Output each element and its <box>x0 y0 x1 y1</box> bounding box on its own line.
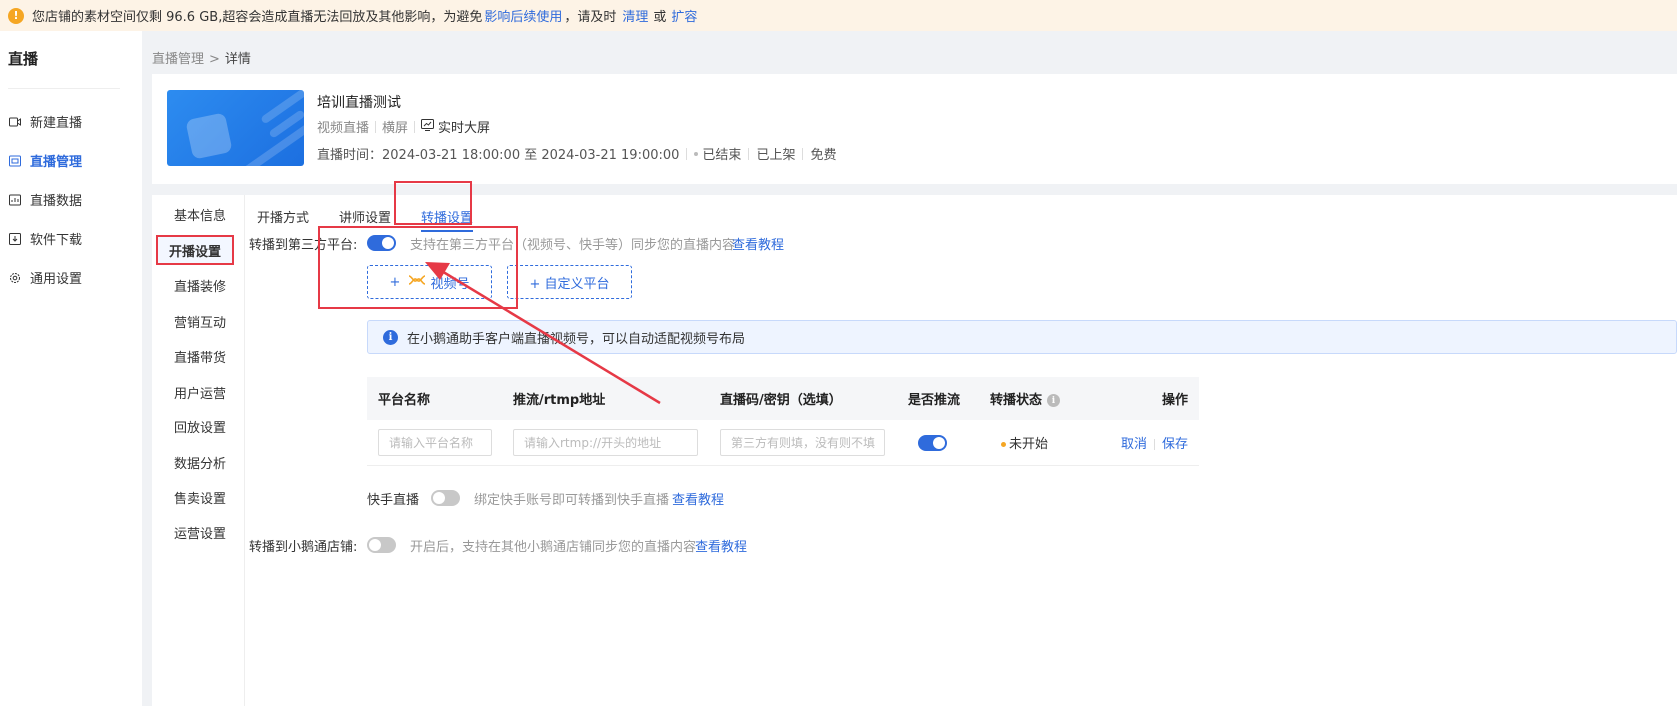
store-relay-label: 转播到小鹅通店铺: <box>249 540 358 555</box>
add-custom-platform-button[interactable]: + 自定义平台 <box>507 265 632 299</box>
th-status-label: 转播状态 <box>990 393 1043 408</box>
sidebar-title: 直播 <box>8 50 39 68</box>
settings-subnav: 基本信息 开播设置 直播装修 营销互动 直播带货 用户运营 回放设置 数据分析 … <box>152 195 245 706</box>
sidebar-item-label: 新建直播 <box>30 116 83 131</box>
sidebar-item-label: 直播管理 <box>30 155 83 170</box>
live-time-range: 2024-03-21 18:00:00 至 2024-03-21 19:00:0… <box>382 148 680 163</box>
warning-icon: ! <box>8 7 24 24</box>
bigscreen-link[interactable]: 实时大屏 <box>421 117 490 136</box>
relay-table: 平台名称 推流/rtmp地址 直播码/密钥（选填） 是否推流 转播状态 i 操作 … <box>367 377 1199 466</box>
relay-status: 未开始 <box>1001 433 1048 452</box>
rtmp-address-input[interactable] <box>513 429 698 456</box>
kuaishou-toggle[interactable] <box>431 490 460 506</box>
bigscreen-icon <box>421 119 435 134</box>
notice-or: 或 <box>653 10 667 25</box>
th-platform: 平台名称 <box>378 393 431 408</box>
tab-lecturer[interactable]: 讲师设置 <box>339 195 391 228</box>
breadcrumb: 直播管理 > 详情 <box>152 48 251 67</box>
annotation-box-relay-tab <box>394 181 472 225</box>
store-relay-toggle[interactable] <box>367 537 396 553</box>
live-meta: 直播时间： 2024-03-21 18:00:00 至 2024-03-21 1… <box>317 144 836 163</box>
subnav-replay[interactable]: 回放设置 <box>174 417 226 436</box>
store-tutorial-link[interactable]: 查看教程 <box>695 536 747 555</box>
sidebar-item-download[interactable]: 软件下载 <box>0 219 142 258</box>
relay-status-text: 未开始 <box>1009 437 1049 452</box>
annotation-box-toggle-area <box>318 226 518 309</box>
sidebar-item-live-manage[interactable]: 直播管理 <box>0 141 142 180</box>
live-data-icon <box>9 194 21 206</box>
kuaishou-tutorial-link[interactable]: 查看教程 <box>672 489 724 508</box>
sidebar-item-label: 直播数据 <box>30 194 83 209</box>
new-live-icon <box>9 116 21 128</box>
table-header: 平台名称 推流/rtmp地址 直播码/密钥（选填） 是否推流 转播状态 i 操作 <box>367 377 1199 420</box>
platform-name-input[interactable] <box>378 429 492 456</box>
table-row: 未开始 取消保存 <box>367 420 1199 466</box>
subnav-operations[interactable]: 运营设置 <box>174 523 226 542</box>
storage-notice-bar: ! 您店铺的素材空间仅剩 96.6 GB,超容会造成直播无法回放及其他影响，为避… <box>0 0 1677 31</box>
sidebar-item-settings[interactable]: 通用设置 <box>0 258 142 297</box>
sidebar-item-label: 软件下载 <box>30 233 83 248</box>
sidebar-item-live-data[interactable]: 直播数据 <box>0 180 142 219</box>
live-manage-icon <box>9 155 21 167</box>
subnav-analytics[interactable]: 数据分析 <box>174 453 226 472</box>
sidebar-divider <box>8 88 120 89</box>
live-status: 已结束 <box>702 148 742 163</box>
breadcrumb-parent[interactable]: 直播管理 <box>152 52 204 67</box>
breadcrumb-current: 详情 <box>224 52 251 67</box>
live-tags: 视频直播 横屏 实时大屏 <box>317 117 490 136</box>
store-relay-hint: 开启后，支持在其他小鹅通店铺同步您的直播内容 <box>410 540 697 555</box>
subnav-start-settings[interactable]: 开播设置 <box>156 235 234 265</box>
gear-icon <box>9 272 21 284</box>
live-title: 培训直播测试 <box>317 95 401 111</box>
sidebar-item-label: 通用设置 <box>30 272 83 287</box>
subnav-decoration[interactable]: 直播装修 <box>174 276 226 295</box>
download-icon <box>9 232 21 245</box>
live-price: 免费 <box>810 148 837 163</box>
cancel-button[interactable]: 取消 <box>1121 437 1147 452</box>
th-key: 直播码/密钥（选填） <box>720 393 842 408</box>
left-sidebar: 直播 新建直播 直播管理 直播数据 软件下载 通用设置 <box>0 31 142 706</box>
tab-start-mode[interactable]: 开播方式 <box>257 195 309 228</box>
status-dot <box>694 151 699 156</box>
live-cover-image <box>167 90 304 166</box>
clean-link[interactable]: 清理 <box>622 6 648 25</box>
subnav-basic-info[interactable]: 基本信息 <box>174 205 226 224</box>
live-time-label: 直播时间： <box>317 148 383 163</box>
subnav-user-ops[interactable]: 用户运营 <box>174 383 226 402</box>
stream-key-input[interactable] <box>720 429 885 456</box>
status-info-icon[interactable]: i <box>1047 394 1061 407</box>
third-party-tutorial-link[interactable]: 查看教程 <box>732 234 784 253</box>
kuaishou-hint: 绑定快手账号即可转播到快手直播 <box>474 493 670 508</box>
notice-text: 您店铺的素材空间仅剩 96.6 GB,超容会造成直播无法回放及其他影响，为避免 <box>32 10 483 25</box>
notice-text-mid: ，请及时 <box>564 10 617 25</box>
push-toggle[interactable] <box>918 435 947 451</box>
play-icon <box>185 112 233 160</box>
th-status: 转播状态 i <box>990 389 1061 408</box>
th-action: 操作 <box>1162 393 1189 408</box>
expand-link[interactable]: 扩容 <box>671 6 697 25</box>
breadcrumb-separator: > <box>209 52 220 67</box>
info-banner: i 在小鹅通助手客户端直播视频号，可以自动适配视频号布局 <box>367 320 1677 354</box>
row-actions: 取消 保存 <box>1121 433 1188 452</box>
status-dot <box>1001 442 1006 447</box>
info-icon: i <box>383 329 398 345</box>
impact-link[interactable]: 影响后续使用 <box>484 6 562 25</box>
live-shelf: 已上架 <box>756 148 796 163</box>
subnav-selling[interactable]: 直播带货 <box>174 347 226 366</box>
info-text: 在小鹅通助手客户端直播视频号，可以自动适配视频号布局 <box>407 331 746 347</box>
bigscreen-label: 实时大屏 <box>438 121 491 136</box>
subnav-marketing[interactable]: 营销互动 <box>174 312 226 331</box>
sidebar-item-new-live[interactable]: 新建直播 <box>0 102 142 141</box>
subnav-sales[interactable]: 售卖设置 <box>174 488 226 507</box>
th-push: 是否推流 <box>908 393 961 408</box>
live-info-card: 培训直播测试 视频直播 横屏 实时大屏 直播时间： 2024-03-21 18:… <box>152 74 1677 184</box>
th-rtmp: 推流/rtmp地址 <box>513 393 606 408</box>
kuaishou-label: 快手直播 <box>367 493 420 508</box>
live-orientation: 横屏 <box>382 121 409 136</box>
save-button[interactable]: 保存 <box>1162 437 1188 452</box>
live-type: 视频直播 <box>317 121 370 136</box>
